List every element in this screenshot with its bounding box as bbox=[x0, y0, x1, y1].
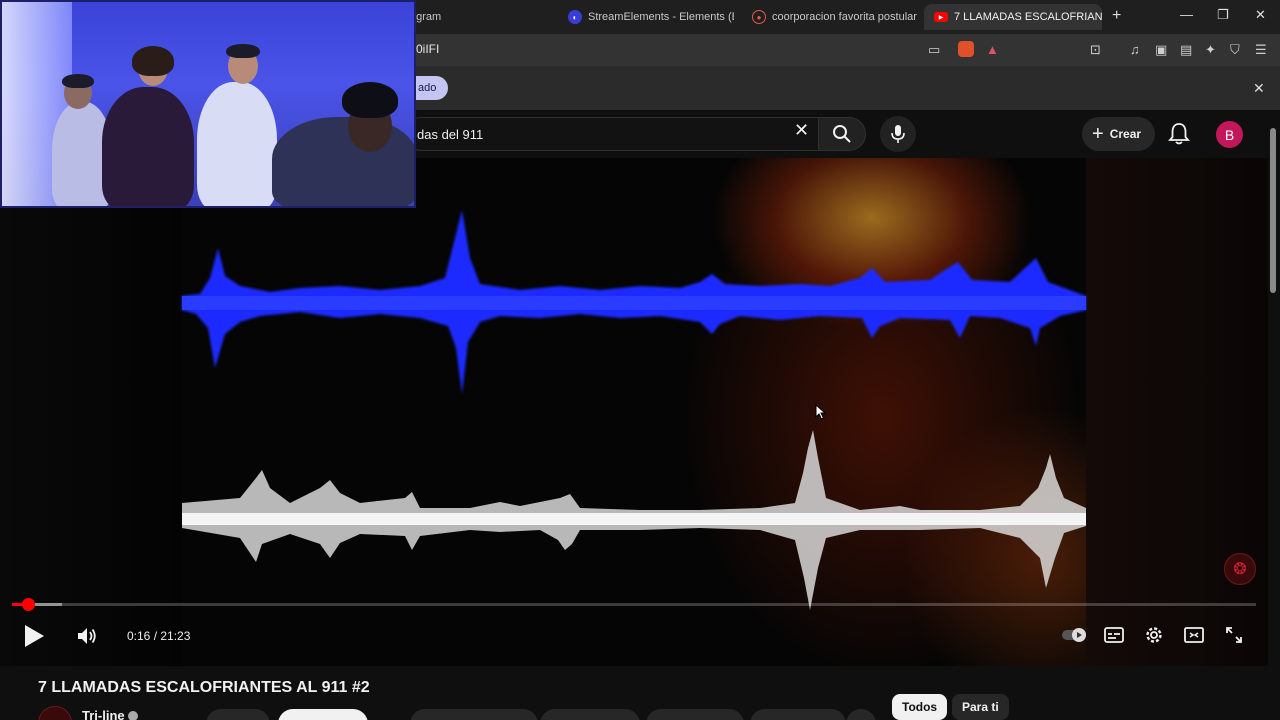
like-dislike-button[interactable] bbox=[410, 709, 538, 720]
subscribe-button[interactable] bbox=[278, 709, 368, 720]
address-bar[interactable]: 0iIFI bbox=[416, 42, 439, 56]
create-label: Crear bbox=[1109, 127, 1142, 141]
save-button[interactable] bbox=[750, 709, 846, 720]
scrollbar-thumb[interactable] bbox=[1270, 128, 1276, 293]
close-banner-icon[interactable]: ✕ bbox=[1253, 80, 1265, 97]
progress-scrubber-handle[interactable] bbox=[21, 598, 35, 611]
white-waveform-band bbox=[182, 513, 1086, 525]
blue-waveform-band bbox=[182, 296, 1086, 310]
webcam-person-hair bbox=[342, 82, 398, 118]
webcam-person bbox=[272, 117, 414, 206]
search-icon bbox=[833, 125, 851, 143]
play-icon bbox=[25, 625, 44, 647]
channel-row: Tri-line bbox=[38, 704, 938, 720]
channel-watermark-logo[interactable]: ❂ bbox=[1224, 553, 1256, 585]
fullscreen-icon[interactable] bbox=[1224, 625, 1244, 645]
verified-badge-icon bbox=[128, 711, 138, 720]
wallet-icon[interactable]: ▤ bbox=[1180, 42, 1192, 58]
vpn-icon[interactable]: ⛉ bbox=[1230, 42, 1240, 58]
tab-label: coorporacion favorita postular bbox=[772, 11, 917, 23]
brave-shield-icon[interactable] bbox=[958, 41, 974, 57]
tab-instagram[interactable]: agram bbox=[400, 4, 550, 30]
channel-avatar[interactable] bbox=[38, 706, 72, 720]
page-scrollbar[interactable] bbox=[1268, 116, 1276, 296]
sidebar-icon[interactable]: ▣ bbox=[1155, 42, 1167, 58]
webcam-person-hair bbox=[132, 46, 174, 76]
subtitles-icon[interactable] bbox=[1104, 625, 1124, 645]
autoplay-toggle[interactable] bbox=[1061, 625, 1087, 645]
download-button[interactable] bbox=[646, 709, 744, 720]
webcam-person bbox=[197, 82, 277, 206]
settings-gear-icon[interactable] bbox=[1144, 625, 1164, 645]
youtube-icon: ▶ bbox=[934, 12, 948, 22]
video-player[interactable] bbox=[0, 158, 1268, 666]
search-input[interactable]: das del 911 bbox=[404, 117, 820, 151]
tab-label: 7 LLAMADAS ESCALOFRIAN bbox=[954, 11, 1102, 23]
webcam-person bbox=[102, 87, 194, 206]
screenshot-icon[interactable]: ⊡ bbox=[1090, 42, 1101, 58]
webcam-person-hair bbox=[62, 74, 94, 88]
search-button[interactable] bbox=[818, 117, 866, 151]
webcam-person-hair bbox=[226, 44, 260, 58]
cast-icon[interactable]: ▭ bbox=[928, 42, 940, 58]
voice-search-button[interactable] bbox=[880, 116, 916, 152]
play-button[interactable] bbox=[22, 624, 46, 648]
search-query: das del 911 bbox=[417, 127, 484, 142]
webcam-overlay bbox=[0, 0, 416, 208]
menu-icon[interactable]: ☰ bbox=[1255, 42, 1267, 58]
volume-button[interactable] bbox=[76, 625, 98, 647]
tab-coorporacion[interactable]: ● coorporacion favorita postular bbox=[742, 4, 918, 30]
clear-search-icon[interactable]: ✕ bbox=[794, 120, 809, 141]
tab-label: StreamElements - Elements (Bet bbox=[588, 11, 734, 23]
progress-bar[interactable] bbox=[12, 603, 1256, 606]
close-window-icon[interactable]: ✕ bbox=[1255, 7, 1266, 23]
media-icon[interactable]: ♫ bbox=[1130, 42, 1140, 57]
restore-icon[interactable]: ❐ bbox=[1217, 7, 1229, 23]
microphone-icon bbox=[891, 125, 905, 143]
streamelements-icon: ◐ bbox=[568, 10, 582, 24]
tab-streamelements[interactable]: ◐ StreamElements - Elements (Bet bbox=[558, 4, 734, 30]
time-display: 0:16 / 21:23 bbox=[127, 629, 191, 643]
video-title: 7 LLAMADAS ESCALOFRIANTES AL 911 #2 bbox=[38, 679, 370, 696]
theater-mode-icon[interactable] bbox=[1184, 625, 1204, 645]
tab-youtube-active[interactable]: ▶ 7 LLAMADAS ESCALOFRIAN ✕ bbox=[924, 4, 1102, 30]
mouse-cursor-icon bbox=[815, 404, 827, 420]
brave-rewards-icon[interactable]: ▲ bbox=[986, 42, 999, 57]
filter-chip-todos[interactable]: Todos bbox=[892, 694, 948, 720]
favicon-icon: ● bbox=[752, 10, 766, 24]
leo-ai-icon[interactable]: ✦ bbox=[1205, 42, 1216, 58]
filter-chip-para-ti[interactable]: Para ti bbox=[952, 694, 1009, 720]
more-actions-button[interactable] bbox=[846, 709, 876, 720]
share-button[interactable] bbox=[540, 709, 640, 720]
audio-waveform-visual bbox=[182, 210, 1086, 610]
create-button[interactable]: + Crear bbox=[1082, 117, 1156, 151]
plus-icon: + bbox=[1092, 123, 1104, 145]
notifications-bell-icon[interactable] bbox=[1168, 122, 1190, 146]
join-button[interactable] bbox=[206, 709, 270, 720]
channel-name[interactable]: Tri-line bbox=[82, 708, 125, 720]
minimize-icon[interactable]: — bbox=[1180, 7, 1193, 22]
account-avatar[interactable]: B bbox=[1216, 121, 1243, 148]
new-tab-button[interactable]: + bbox=[1112, 7, 1121, 25]
